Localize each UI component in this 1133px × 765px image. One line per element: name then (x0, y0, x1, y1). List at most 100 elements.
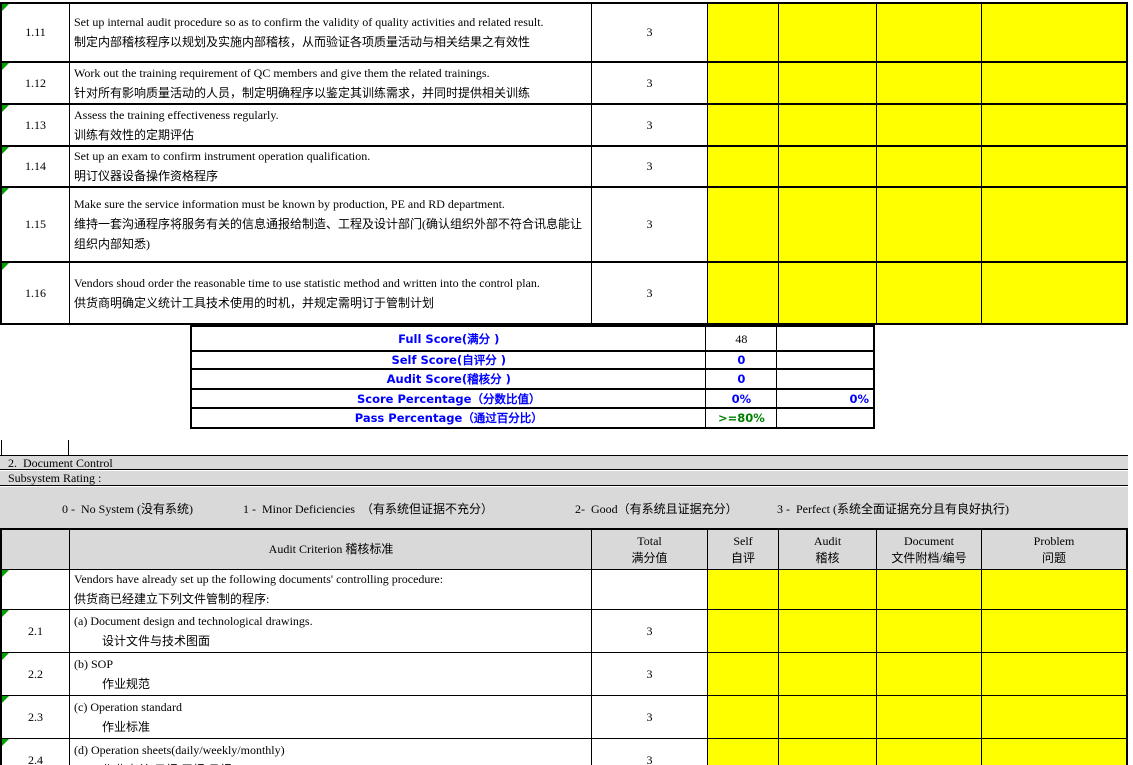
self-score-input-cell[interactable] (708, 105, 779, 145)
audit-score-input-cell[interactable] (779, 105, 877, 145)
header-self-cell: Self 自评 (708, 530, 779, 569)
audit-score-extra (777, 370, 873, 388)
document-input-cell[interactable] (877, 147, 982, 186)
document-input-cell[interactable] (877, 739, 982, 765)
comment-triangle-icon (2, 147, 9, 154)
table-row: 1.16 Vendors shoud order the reasonable … (2, 263, 1126, 323)
row-number-cell: 1.12 (2, 63, 70, 103)
total-score-cell: 3 (592, 739, 708, 765)
problem-input-cell[interactable] (982, 696, 1126, 738)
criterion-en: Work out the training requirement of QC … (74, 64, 588, 83)
rating-scale-row: 0 - No System (没有系统) 1 - Minor Deficienc… (0, 487, 1128, 528)
audit-score-input-cell[interactable] (779, 63, 877, 103)
header-audit-en: Audit (814, 533, 841, 550)
header-problem-zh: 问题 (1042, 550, 1066, 567)
problem-input-cell[interactable] (982, 147, 1126, 186)
row-number-cell (2, 570, 70, 609)
audit-score-input-cell[interactable] (779, 188, 877, 261)
audit-score-input-cell[interactable] (779, 4, 877, 61)
header-criterion-label: Audit Criterion 稽核标准 (269, 541, 394, 558)
rating-0-label: 0 - No System (没有系统) (62, 500, 193, 517)
table-row: 2.3 (c) Operation standard 作业标准 3 (2, 696, 1126, 739)
total-score-cell: 3 (592, 610, 708, 652)
self-score-value: 0 (706, 352, 777, 368)
audit-score-label: Audit Score(稽核分 ) (192, 370, 706, 388)
audit-score-input-cell[interactable] (779, 147, 877, 186)
self-score-input-cell[interactable] (708, 188, 779, 261)
criterion-zh: 作业标准 (74, 717, 588, 737)
criterion-zh: 作业表单(日报,周报,月报) (74, 760, 588, 765)
table-header-row: Audit Criterion 稽核标准 Total 满分值 Self 自评 A… (2, 530, 1126, 570)
criterion-cell: Work out the training requirement of QC … (70, 63, 592, 103)
total-score-cell: 3 (592, 63, 708, 103)
audit-score-input-cell[interactable] (779, 739, 877, 765)
criterion-en: Set up an exam to confirm instrument ope… (74, 147, 588, 166)
problem-input-cell[interactable] (982, 739, 1126, 765)
header-problem-en: Problem (1034, 533, 1075, 550)
self-score-input-cell[interactable] (708, 610, 779, 652)
criterion-en: (d) Operation sheets(daily/weekly/monthl… (74, 741, 588, 760)
audit-score-input-cell[interactable] (779, 263, 877, 323)
document-input-cell[interactable] (877, 105, 982, 145)
document-input-cell[interactable] (877, 63, 982, 103)
total-score-cell: 3 (592, 263, 708, 323)
self-score-input-cell[interactable] (708, 147, 779, 186)
summary-row-audit-score: Audit Score(稽核分 ) 0 (192, 370, 873, 390)
summary-row-pass-percentage: Pass Percentage（通过百分比） >=80% (192, 409, 873, 427)
criterion-en: Set up internal audit procedure so as to… (74, 13, 588, 32)
problem-input-cell[interactable] (982, 188, 1126, 261)
audit-score-input-cell[interactable] (779, 610, 877, 652)
problem-input-cell[interactable] (982, 263, 1126, 323)
document-input-cell[interactable] (877, 188, 982, 261)
comment-triangle-icon (2, 263, 9, 270)
problem-input-cell[interactable] (982, 570, 1126, 609)
document-input-cell[interactable] (877, 653, 982, 695)
total-score: 3 (647, 753, 653, 765)
row-number: 1.14 (25, 159, 46, 174)
row-number-cell: 1.16 (2, 263, 70, 323)
criterion-en: (b) SOP (74, 655, 588, 674)
row-number-cell: 2.3 (2, 696, 70, 738)
problem-input-cell[interactable] (982, 610, 1126, 652)
self-score-input-cell[interactable] (708, 63, 779, 103)
problem-input-cell[interactable] (982, 63, 1126, 103)
header-audit-cell: Audit 稽核 (779, 530, 877, 569)
problem-input-cell[interactable] (982, 105, 1126, 145)
self-score-input-cell[interactable] (708, 739, 779, 765)
problem-input-cell[interactable] (982, 4, 1126, 61)
self-score-input-cell[interactable] (708, 653, 779, 695)
audit-score-input-cell[interactable] (779, 696, 877, 738)
criterion-cell: (d) Operation sheets(daily/weekly/monthl… (70, 739, 592, 765)
document-input-cell[interactable] (877, 570, 982, 609)
header-total-zh: 满分值 (631, 550, 667, 567)
document-input-cell[interactable] (877, 696, 982, 738)
table-row: 1.15 Make sure the service information m… (2, 188, 1126, 263)
row-number: 1.13 (25, 118, 46, 133)
pass-percentage-label: Pass Percentage（通过百分比） (192, 409, 706, 427)
audit-score-input-cell[interactable] (779, 653, 877, 695)
table-row: 2.2 (b) SOP 作业规范 3 (2, 653, 1126, 696)
self-score-input-cell[interactable] (708, 570, 779, 609)
total-score-cell: 3 (592, 147, 708, 186)
header-number-cell (2, 530, 70, 569)
criterion-cell: Vendors shoud order the reasonable time … (70, 263, 592, 323)
document-input-cell[interactable] (877, 4, 982, 61)
summary-row-score-percentage: Score Percentage（分数比值） 0% 0% (192, 390, 873, 409)
document-input-cell[interactable] (877, 610, 982, 652)
header-self-zh: 自评 (731, 550, 755, 567)
total-score-cell: 3 (592, 188, 708, 261)
total-score: 3 (647, 286, 653, 301)
criterion-cell: (b) SOP 作业规范 (70, 653, 592, 695)
criterion-en: Assess the training effectiveness regula… (74, 106, 588, 125)
self-score-input-cell[interactable] (708, 4, 779, 61)
self-score-input-cell[interactable] (708, 696, 779, 738)
table-row: 2.4 (d) Operation sheets(daily/weekly/mo… (2, 739, 1126, 765)
header-problem-cell: Problem 问题 (982, 530, 1126, 569)
criterion-zh: 针对所有影响质量活动的人员，制定明确程序以鉴定其训练需求，并同时提供相关训练 (74, 83, 588, 103)
row-number-cell: 1.15 (2, 188, 70, 261)
row-number: 1.12 (25, 76, 46, 91)
self-score-input-cell[interactable] (708, 263, 779, 323)
audit-score-input-cell[interactable] (779, 570, 877, 609)
document-input-cell[interactable] (877, 263, 982, 323)
problem-input-cell[interactable] (982, 653, 1126, 695)
